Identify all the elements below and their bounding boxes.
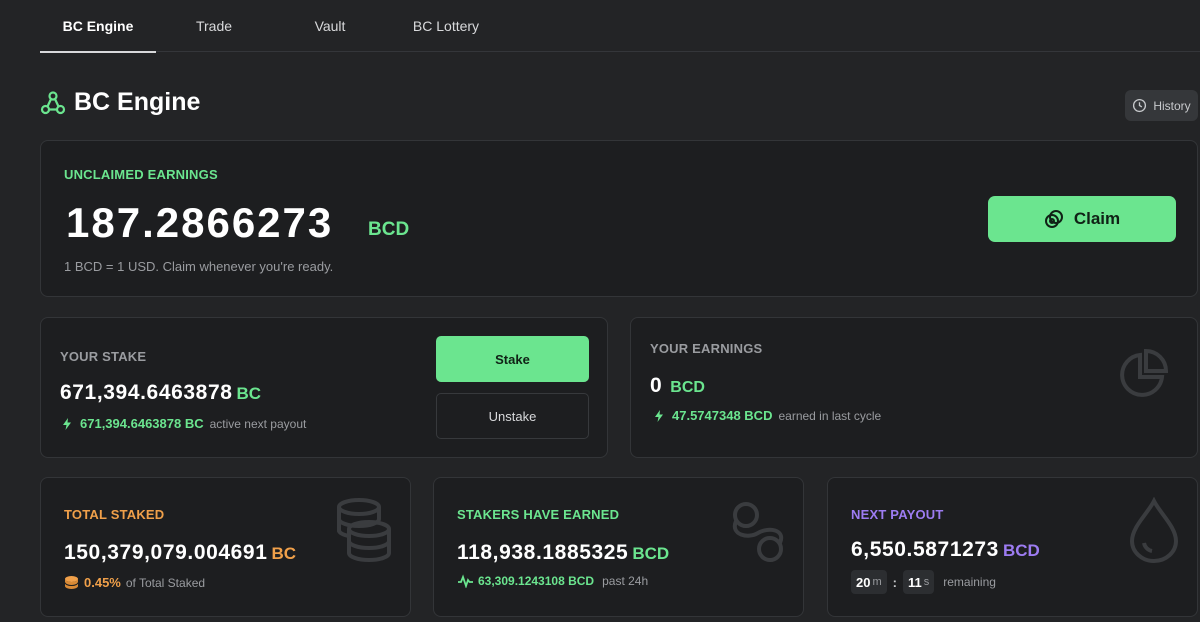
unclaimed-earnings-card: UNCLAIMED EARNINGS 187.2866273 BCD 1 BCD…	[40, 140, 1198, 297]
unclaimed-label: UNCLAIMED EARNINGS	[64, 167, 218, 182]
stake-label: YOUR STAKE	[60, 349, 147, 364]
timer-seconds-value: 11	[907, 574, 922, 590]
earnings-cycle-note: earned in last cycle	[778, 408, 882, 423]
engine-triangle-icon	[40, 90, 66, 114]
earnings-cycle-amount: 47.5747348 BCD	[672, 408, 773, 423]
pulse-icon	[458, 574, 473, 588]
top-tabs: BC Engine Trade Vault BC Lottery	[40, 0, 1200, 53]
timer-minutes: 20 m	[851, 570, 887, 594]
earnings-value: 0 BCD	[650, 374, 705, 398]
stake-active-note: active next payout	[209, 416, 307, 431]
next-payout-amount: 6,550.5871273	[851, 538, 999, 561]
timer-remaining-label: remaining	[943, 575, 996, 589]
stakers-day-row: 63,309.1243108 BCD past 24h	[458, 574, 648, 588]
total-staked-unit: BC	[271, 544, 297, 563]
drop-icon	[1129, 497, 1179, 563]
clock-icon	[1133, 98, 1147, 113]
timer-seconds-unit: s	[923, 576, 930, 588]
coin-stack-icon	[64, 576, 79, 589]
next-payout-card: NEXT PAYOUT 6,550.5871273 BCD 20 m : 11 s r…	[827, 477, 1198, 617]
page-title: BC Engine	[74, 88, 201, 116]
claim-label: Claim	[1073, 209, 1121, 228]
timer-minutes-unit: m	[872, 576, 882, 588]
unstake-button[interactable]: Unstake	[436, 393, 589, 439]
your-stake-card: YOUR STAKE 671,394.6463878 BC 671,394.646…	[40, 317, 608, 458]
total-staked-card: TOTAL STAKED 150,379,079.004691 BC 0.45% …	[40, 477, 411, 617]
tab-vault[interactable]: Vault	[272, 0, 388, 52]
unclaimed-note: 1 BCD = 1 USD. Claim whenever you're rea…	[64, 259, 334, 274]
stake-amount: 671,394.6463878	[60, 381, 233, 404]
stakers-earned-unit: BCD	[632, 544, 670, 563]
history-button[interactable]: History	[1125, 90, 1198, 121]
tab-bc-lottery[interactable]: BC Lottery	[388, 0, 504, 52]
coin-stack-icon	[337, 498, 391, 562]
next-payout-unit: BCD	[1002, 541, 1040, 560]
tab-bc-engine[interactable]: BC Engine	[40, 0, 156, 53]
coins-icon	[1044, 210, 1063, 228]
stakers-day-amount: 63,309.1243108 BCD	[478, 574, 595, 588]
total-staked-amount: 150,379,079.004691	[64, 541, 268, 564]
bolt-icon	[63, 417, 71, 430]
earnings-unit: BCD	[670, 379, 705, 396]
earnings-label: YOUR EARNINGS	[650, 341, 763, 356]
total-staked-percent-note: of Total Staked	[125, 575, 206, 590]
stake-active-amount: 671,394.6463878 BC	[80, 416, 204, 431]
stake-button[interactable]: Stake	[436, 336, 589, 382]
tab-trade[interactable]: Trade	[156, 0, 272, 52]
earnings-amount: 0	[650, 374, 663, 397]
stakers-earned-card: STAKERS HAVE EARNED 118,938.1885325 BCD 6…	[433, 477, 804, 617]
your-earnings-card: YOUR EARNINGS 0 BCD 47.5747348 BCD earned…	[630, 317, 1198, 458]
unclaimed-amount: 187.2866273	[66, 199, 334, 246]
timer-colon: :	[892, 574, 897, 590]
link-icon	[732, 502, 784, 562]
pie-chart-icon	[1120, 348, 1169, 397]
stake-value: 671,394.6463878 BC	[60, 381, 261, 405]
total-staked-percent-row: 0.45% of Total Staked	[64, 575, 205, 590]
timer-minutes-value: 20	[856, 574, 871, 590]
total-staked-label: TOTAL STAKED	[64, 507, 165, 522]
stakers-earned-label: STAKERS HAVE EARNED	[457, 507, 620, 522]
next-payout-label: NEXT PAYOUT	[851, 507, 944, 522]
total-staked-percent: 0.45%	[84, 575, 121, 590]
earnings-cycle-row: 47.5747348 BCD earned in last cycle	[653, 408, 881, 423]
history-label: History	[1153, 98, 1191, 113]
stake-unit: BC	[236, 384, 262, 403]
unclaimed-unit: BCD	[368, 219, 410, 240]
stakers-day-note: past 24h	[602, 574, 649, 588]
next-payout-value: 6,550.5871273 BCD	[851, 538, 1040, 562]
payout-timer: 20 m : 11 s remaining	[851, 570, 996, 594]
stakers-earned-amount: 118,938.1885325	[457, 541, 629, 564]
bolt-icon	[655, 409, 663, 422]
stakers-earned-value: 118,938.1885325 BCD	[457, 541, 669, 565]
timer-seconds: 11 s	[902, 570, 935, 594]
page-header: BC Engine	[40, 88, 200, 117]
claim-button[interactable]: Claim	[988, 196, 1176, 242]
stake-active-row: 671,394.6463878 BC active next payout	[61, 416, 306, 431]
total-staked-value: 150,379,079.004691 BC	[64, 541, 296, 565]
